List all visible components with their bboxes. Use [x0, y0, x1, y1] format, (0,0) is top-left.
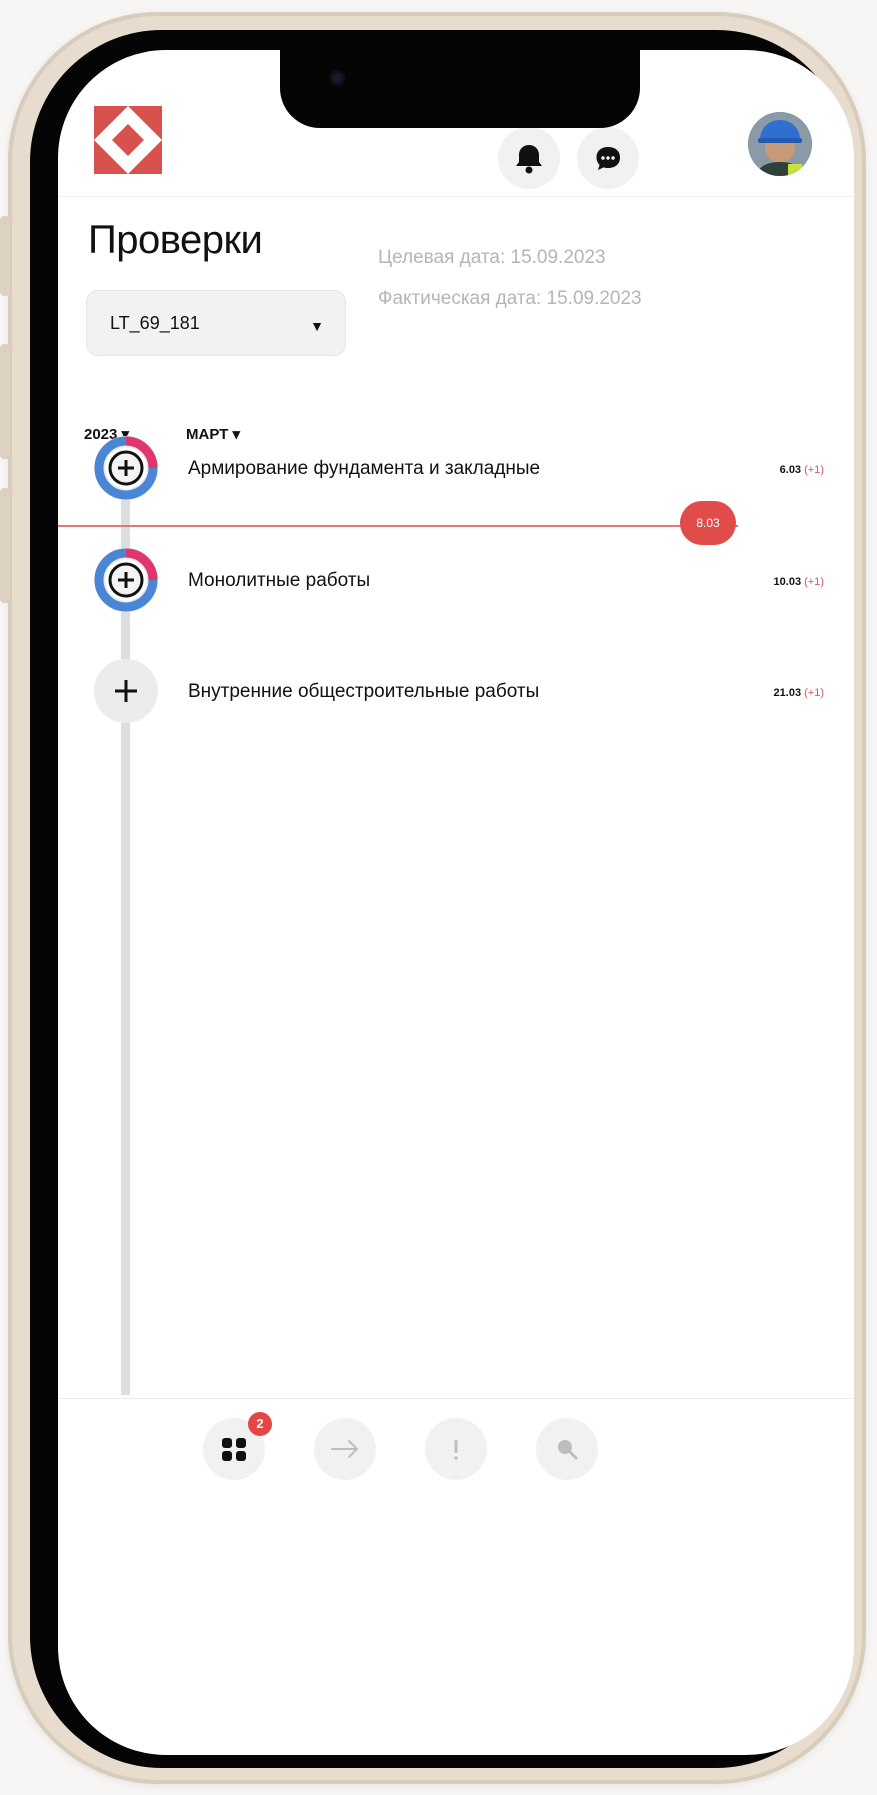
- check-item-3-delta: (+1): [804, 687, 824, 699]
- check-item-2-date: 10.03 (+1): [774, 576, 824, 588]
- check-item-2-delta: (+1): [804, 576, 824, 588]
- check-item-1-date-value: 6.03: [779, 464, 802, 476]
- check-item-3-icon[interactable]: [93, 658, 159, 724]
- progress-add-icon: [94, 548, 158, 612]
- brand-logo-icon[interactable]: [94, 106, 162, 179]
- check-item-1-title[interactable]: Армирование фундамента и закладные: [188, 458, 540, 480]
- actual-date: Фактическая дата: 15.09.2023: [378, 288, 642, 309]
- exclamation-icon: [454, 1440, 458, 1460]
- object-select[interactable]: LT_69_181 ▼: [86, 290, 346, 356]
- check-item-1-delta: (+1): [804, 464, 824, 476]
- check-item-3-date: 21.03 (+1): [774, 687, 824, 699]
- arrow-right-icon: [331, 1440, 358, 1458]
- nav-search-button[interactable]: [536, 1418, 598, 1480]
- check-item-3-date-value: 21.03: [773, 687, 802, 699]
- nav-arrow-button[interactable]: [314, 1418, 376, 1480]
- side-button-mute: [0, 216, 10, 296]
- bottom-nav-divider: [58, 1398, 854, 1399]
- side-button-volume-down: [0, 488, 10, 603]
- check-item-1-icon[interactable]: [93, 435, 159, 501]
- chat-icon: [596, 147, 620, 170]
- check-item-1-date: 6.03 (+1): [780, 464, 824, 476]
- app-screen: Проверки LT_69_181 ▼ Целевая дата: 15.09…: [58, 50, 854, 1755]
- notch: [280, 50, 640, 128]
- target-date: Целевая дата: 15.09.2023: [378, 247, 606, 268]
- check-item-2-date-value: 10.03: [773, 576, 802, 588]
- search-icon: [558, 1440, 578, 1460]
- notifications-button[interactable]: [498, 127, 560, 189]
- page-title: Проверки: [88, 218, 263, 262]
- month-filter[interactable]: МАРТ ▾: [186, 425, 240, 443]
- avatar[interactable]: [748, 112, 812, 176]
- object-select-value: LT_69_181: [110, 313, 200, 333]
- add-icon: [94, 659, 158, 723]
- side-button-volume-up: [0, 344, 10, 459]
- header-divider: [58, 196, 854, 197]
- check-item-3-title[interactable]: Внутренние общестроительные работы: [188, 681, 539, 703]
- today-line: [58, 525, 738, 527]
- caret-down-icon: ▼: [310, 318, 324, 334]
- avatar-icon: [748, 112, 812, 176]
- today-badge: 8.03: [680, 501, 736, 545]
- nav-badge: 2: [248, 1412, 272, 1436]
- chat-button[interactable]: [577, 127, 639, 189]
- front-camera: [329, 70, 345, 86]
- bell-icon: [516, 145, 542, 174]
- check-item-2-title[interactable]: Монолитные работы: [188, 570, 370, 592]
- nav-alert-button[interactable]: [425, 1418, 487, 1480]
- check-item-2-icon[interactable]: [93, 547, 159, 613]
- progress-add-icon: [94, 436, 158, 500]
